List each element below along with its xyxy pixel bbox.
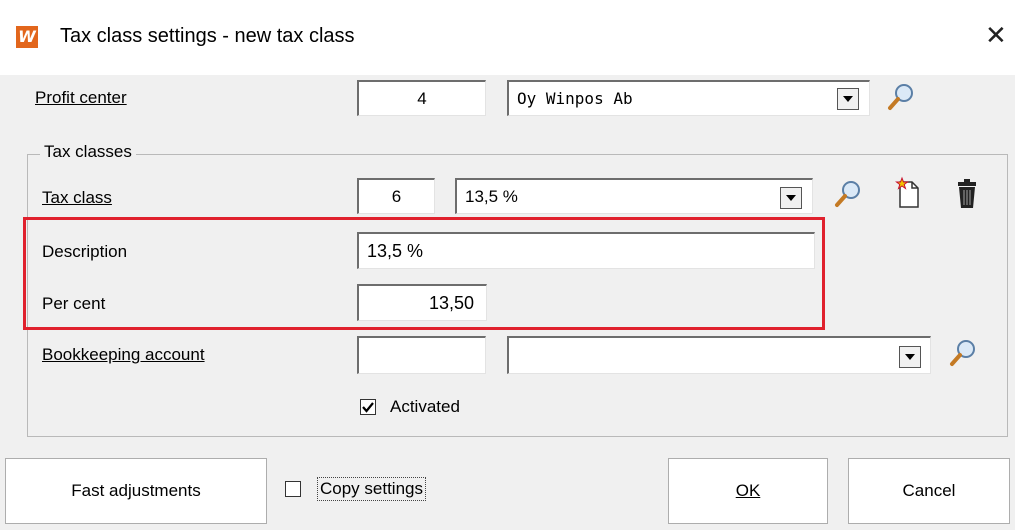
search-icon[interactable] [885,81,917,113]
profit-center-code-input[interactable]: 4 [357,80,486,116]
profit-center-label: Profit center [35,88,127,107]
bookkeeping-account-label: Bookkeeping account [42,345,205,364]
profit-center-selected: Oy Winpos Ab [517,89,633,108]
search-icon[interactable] [947,337,979,369]
bookkeeping-code-input[interactable] [357,336,486,374]
activated-checkbox[interactable] [360,399,376,415]
profit-center-combobox[interactable]: Oy Winpos Ab [507,80,870,116]
fast-adjustments-button[interactable]: Fast adjustments [5,458,267,524]
tax-class-combobox[interactable]: 13,5 % [455,178,813,214]
tax-class-selected: 13,5 % [465,187,518,206]
chevron-down-icon[interactable] [780,187,802,209]
copy-settings-label[interactable]: Copy settings [317,477,426,501]
highlight-box [23,217,825,330]
tax-class-label: Tax class [42,188,112,207]
tax-class-code-input[interactable]: 6 [357,178,435,214]
new-document-icon[interactable] [892,176,924,210]
close-icon[interactable]: ✕ [985,22,1007,48]
ok-button[interactable]: OK [668,458,828,524]
app-logo: W [16,26,38,48]
copy-settings-checkbox[interactable] [285,481,301,497]
search-icon[interactable] [832,178,864,210]
trash-icon[interactable] [952,178,982,210]
activated-label[interactable]: Activated [390,397,460,417]
bookkeeping-combobox[interactable] [507,336,931,374]
tax-classes-group-label: Tax classes [40,142,136,162]
ok-label: OK [735,481,761,500]
cancel-button[interactable]: Cancel [848,458,1010,524]
chevron-down-icon[interactable] [837,88,859,110]
cancel-label: Cancel [902,481,956,500]
chevron-down-icon[interactable] [899,346,921,368]
fast-adjustments-label: Fast adjustments [71,481,201,500]
window-title: Tax class settings - new tax class [60,25,355,47]
checkmark-icon [362,402,374,413]
